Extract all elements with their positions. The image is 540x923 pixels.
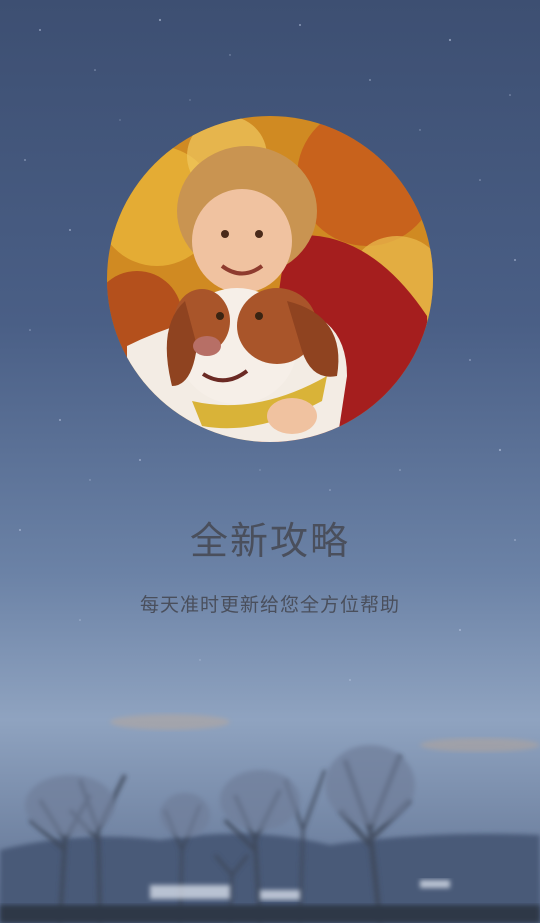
- girl-and-dog-photo: [107, 116, 433, 442]
- splash-title: 全新攻略: [189, 519, 350, 563]
- splash-subtitle: 每天准时更新给您全方位帮助: [139, 594, 400, 616]
- misty-trees-landscape: [0, 714, 540, 923]
